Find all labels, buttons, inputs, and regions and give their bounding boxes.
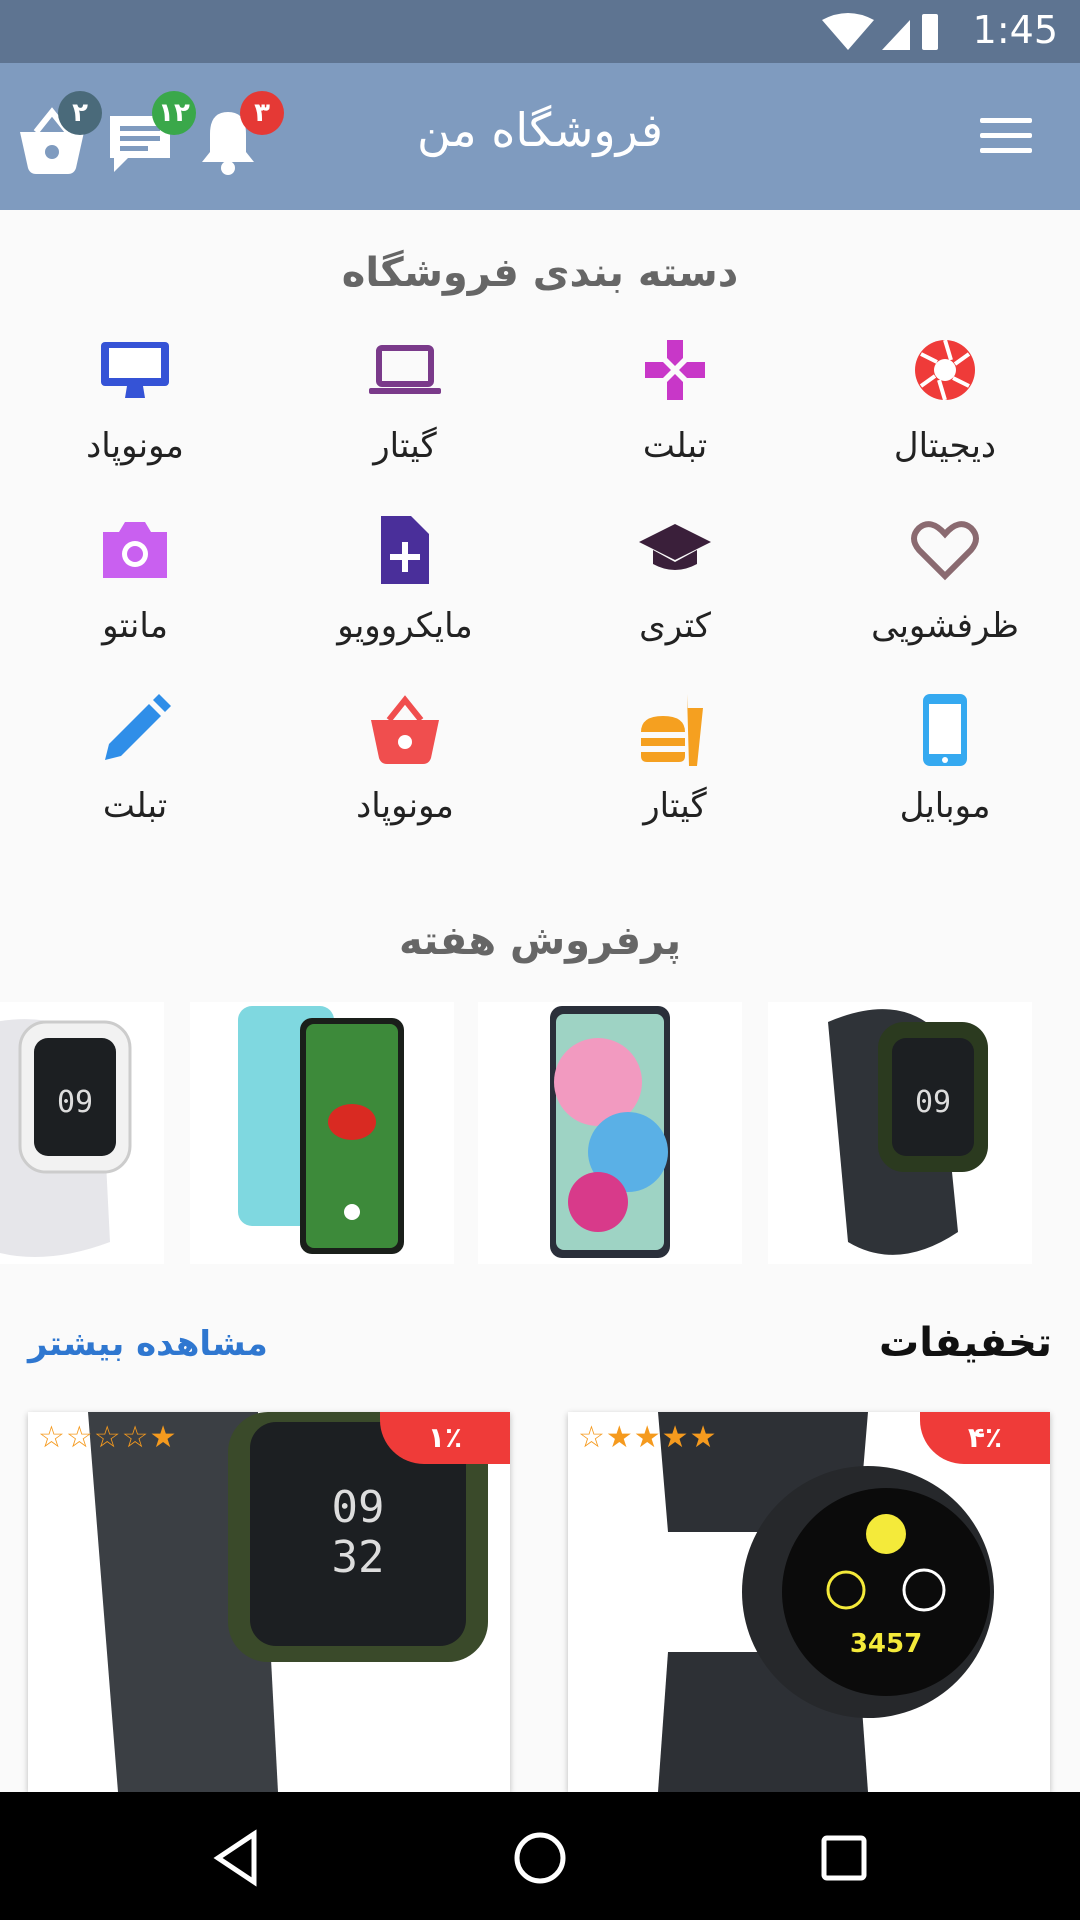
category-item[interactable]: مونوپاد — [270, 680, 540, 860]
category-item[interactable]: کتری — [540, 500, 810, 680]
svg-text:3457: 3457 — [850, 1629, 922, 1659]
see-more-link[interactable]: مشاهده بیشتر — [28, 1324, 268, 1364]
home-button[interactable] — [510, 1828, 570, 1888]
back-triangle-icon — [213, 1829, 257, 1887]
product-image: 09 — [0, 1019, 132, 1257]
discount-badge: ۱٪ — [380, 1412, 510, 1464]
recents-square-icon — [821, 1835, 867, 1881]
category-item[interactable]: مانتو — [0, 500, 270, 680]
graduation-cap-icon — [639, 524, 711, 570]
smartphone-icon — [923, 694, 967, 766]
discount-card[interactable]: 09 32 ۱٪ ☆☆☆☆★ — [28, 1412, 510, 1792]
svg-text:32: 32 — [332, 1532, 385, 1583]
camera-icon — [103, 522, 167, 578]
discounts-title: تخفیفات — [879, 1320, 1052, 1366]
home-circle-icon — [514, 1832, 566, 1884]
cart-badge: ۲ — [58, 91, 102, 135]
bestsellers-carousel[interactable]: 09 09 — [0, 1002, 1080, 1264]
product-image: 09 32 — [88, 1412, 488, 1792]
category-item[interactable]: موبایل — [810, 680, 1080, 860]
bestseller-item[interactable] — [190, 1002, 454, 1264]
cart-button[interactable]: ۲ — [14, 91, 104, 181]
camera-aperture-icon — [915, 339, 975, 401]
category-grid: دیجیتال تبلت گیتار مونوپاد ظرفشویی کتری … — [0, 320, 1080, 860]
rating-stars: ☆★★★★ — [578, 1420, 718, 1455]
status-icons — [820, 12, 940, 56]
bestseller-item[interactable]: 09 — [768, 1002, 1032, 1264]
messages-button[interactable]: ۱۲ — [106, 91, 196, 181]
notifications-button[interactable]: ۳ — [196, 91, 286, 181]
category-item[interactable]: مایکروویو — [270, 500, 540, 680]
product-image: 09 — [828, 1009, 988, 1255]
category-label: مایکروویو — [337, 606, 473, 646]
svg-text:09: 09 — [915, 1085, 951, 1120]
categories-title: دسته بندی فروشگاه — [341, 250, 739, 296]
category-label: مانتو — [102, 606, 168, 646]
notifications-badge: ۳ — [240, 91, 284, 135]
category-label: موبایل — [899, 786, 991, 826]
discount-card[interactable]: 3457 ۴٪ ☆★★★★ — [568, 1412, 1050, 1792]
discount-badge: ۴٪ — [920, 1412, 1050, 1464]
category-label: مونوپاد — [86, 426, 184, 466]
menu-icon[interactable] — [980, 118, 1032, 154]
svg-text:09: 09 — [332, 1482, 385, 1533]
category-label: گیتار — [643, 786, 707, 826]
category-label: گیتار — [373, 426, 437, 466]
desktop-monitor-icon — [101, 342, 169, 398]
signal-icon — [882, 20, 910, 50]
laptop-icon — [369, 345, 441, 394]
heart-outline-icon — [911, 521, 979, 581]
bestsellers-title: پرفروش هفته — [398, 918, 682, 964]
category-item[interactable]: تبلت — [540, 320, 810, 500]
category-label: تبلت — [102, 786, 168, 826]
fastfood-icon — [641, 694, 703, 766]
bestseller-item[interactable]: 09 — [0, 1002, 164, 1264]
category-label: کتری — [639, 606, 711, 646]
navigation-bar — [0, 1792, 1080, 1920]
product-image — [238, 1006, 404, 1254]
category-label: تبلت — [642, 426, 708, 466]
product-image: 3457 — [658, 1412, 994, 1792]
recents-button[interactable] — [814, 1828, 874, 1888]
wifi-icon — [822, 13, 874, 50]
discounts-header: تخفیفات مشاهده بیشتر — [0, 1320, 1080, 1380]
add-document-icon — [381, 516, 429, 584]
messages-badge: ۱۲ — [152, 91, 196, 135]
back-button[interactable] — [208, 1828, 268, 1888]
gamepad-icon — [645, 340, 705, 400]
category-item[interactable]: تبلت — [0, 680, 270, 860]
category-label: دیجیتال — [893, 426, 997, 466]
category-item[interactable]: گیتار — [270, 320, 540, 500]
battery-icon — [922, 14, 938, 50]
status-time: 1:45 — [972, 8, 1058, 52]
bestseller-item[interactable] — [478, 1002, 742, 1264]
svg-text:09: 09 — [57, 1085, 93, 1120]
pencil-icon — [105, 694, 171, 760]
shopping-basket-icon — [371, 695, 439, 764]
rating-stars: ☆☆☆☆★ — [38, 1420, 178, 1455]
product-image — [550, 1006, 670, 1258]
category-label: ظرفشویی — [871, 606, 1019, 646]
category-item[interactable]: دیجیتال — [810, 320, 1080, 500]
category-label: مونوپاد — [356, 786, 454, 826]
app-bar: فروشگاه من ۲ ۱۲ ۳ — [0, 63, 1080, 210]
app-title: فروشگاه من — [417, 103, 663, 157]
category-item[interactable]: مونوپاد — [0, 320, 270, 500]
category-item[interactable]: ظرفشویی — [810, 500, 1080, 680]
category-item[interactable]: گیتار — [540, 680, 810, 860]
status-bar: 1:45 — [0, 0, 1080, 63]
